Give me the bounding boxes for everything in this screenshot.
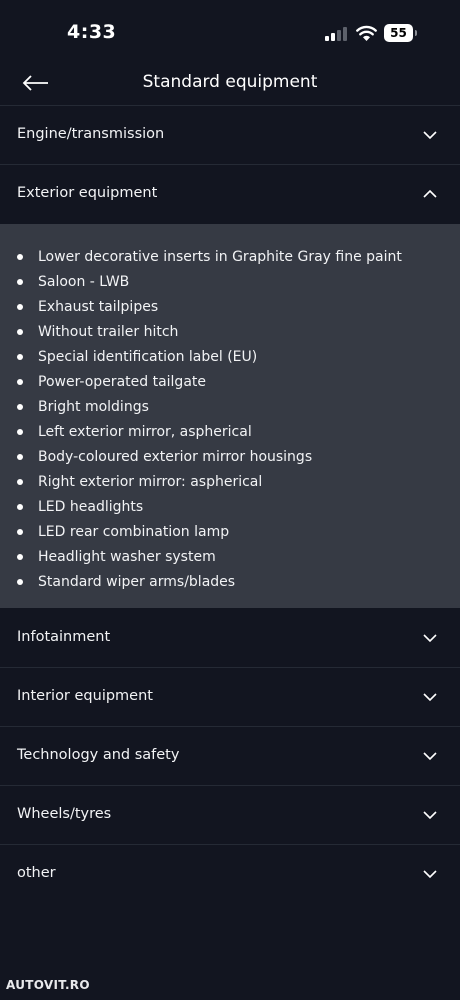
section-technology-safety[interactable]: Technology and safety <box>0 727 460 785</box>
list-item-text: LED headlights <box>38 499 144 515</box>
list-item-text: LED rear combination lamp <box>38 524 230 540</box>
bullet-icon <box>17 304 23 310</box>
bullet-icon <box>17 329 23 335</box>
list-item: Bright moldings <box>0 394 460 419</box>
exterior-equipment-list: Lower decorative inserts in Graphite Gra… <box>0 224 460 608</box>
list-item-text: Standard wiper arms/blades <box>38 574 236 590</box>
app-header: Standard equipment <box>0 60 460 105</box>
bullet-icon <box>17 579 23 585</box>
section-label: Wheels/tyres <box>17 806 112 822</box>
list-item: Special identification label (EU) <box>0 344 460 369</box>
list-item: Power-operated tailgate <box>0 369 460 394</box>
bullet-icon <box>17 254 23 260</box>
list-item: Headlight washer system <box>0 544 460 569</box>
battery-cap <box>415 30 417 36</box>
section-label: Interior equipment <box>17 688 153 704</box>
bullet-icon <box>17 379 23 385</box>
autovit-watermark: AUTOVIT.RO <box>6 978 90 992</box>
list-item-text: Lower decorative inserts in Graphite Gra… <box>38 249 402 265</box>
list-item: Body-coloured exterior mirror housings <box>0 444 460 469</box>
bullet-icon <box>17 429 23 435</box>
bullet-icon <box>17 404 23 410</box>
list-item: LED headlights <box>0 494 460 519</box>
section-label: Infotainment <box>17 629 111 645</box>
wifi-icon <box>356 25 377 41</box>
list-item-text: Saloon - LWB <box>38 274 130 290</box>
list-item: Without trailer hitch <box>0 319 460 344</box>
chevron-down-icon <box>423 870 437 879</box>
section-label: other <box>17 865 56 881</box>
bullet-icon <box>17 504 23 510</box>
list-item-text: Without trailer hitch <box>38 324 179 340</box>
chevron-down-icon <box>423 811 437 820</box>
list-item: Exhaust tailpipes <box>0 294 460 319</box>
section-interior-equipment[interactable]: Interior equipment <box>0 668 460 726</box>
list-item: LED rear combination lamp <box>0 519 460 544</box>
list-item-text: Bright moldings <box>38 399 149 415</box>
section-label: Exterior equipment <box>17 185 158 201</box>
section-engine-transmission[interactable]: Engine/transmission <box>0 106 460 164</box>
battery-level: 55 <box>384 24 413 42</box>
list-item-text: Headlight washer system <box>38 549 216 565</box>
list-item: Saloon - LWB <box>0 269 460 294</box>
bullet-icon <box>17 354 23 360</box>
bullet-icon <box>17 454 23 460</box>
section-other[interactable]: other <box>0 845 460 903</box>
list-item-text: Right exterior mirror: aspherical <box>38 474 263 490</box>
status-time: 4:33 <box>67 21 117 43</box>
status-bar: 4:33 55 <box>0 0 460 60</box>
cellular-signal-icon <box>325 26 347 41</box>
chevron-down-icon <box>423 634 437 643</box>
list-item: Left exterior mirror, aspherical <box>0 419 460 444</box>
chevron-up-icon <box>423 189 437 198</box>
page-title: Standard equipment <box>142 72 318 92</box>
chevron-down-icon <box>423 131 437 140</box>
section-exterior-equipment[interactable]: Exterior equipment <box>0 165 460 223</box>
battery-indicator: 55 <box>384 24 418 42</box>
section-infotainment[interactable]: Infotainment <box>0 609 460 667</box>
list-item-text: Power-operated tailgate <box>38 374 206 390</box>
list-item-text: Left exterior mirror, aspherical <box>38 424 252 440</box>
list-item: Right exterior mirror: aspherical <box>0 469 460 494</box>
chevron-down-icon <box>423 752 437 761</box>
section-label: Technology and safety <box>17 747 180 763</box>
bullet-icon <box>17 529 23 535</box>
chevron-down-icon <box>423 693 437 702</box>
section-label: Engine/transmission <box>17 126 165 142</box>
list-item: Lower decorative inserts in Graphite Gra… <box>0 244 460 269</box>
section-wheels-tyres[interactable]: Wheels/tyres <box>0 786 460 844</box>
list-item: Standard wiper arms/blades <box>0 569 460 594</box>
list-item-text: Special identification label (EU) <box>38 349 258 365</box>
list-item-text: Exhaust tailpipes <box>38 299 159 315</box>
bullet-icon <box>17 554 23 560</box>
list-item-text: Body-coloured exterior mirror housings <box>38 449 313 465</box>
bullet-icon <box>17 479 23 485</box>
bullet-icon <box>17 279 23 285</box>
